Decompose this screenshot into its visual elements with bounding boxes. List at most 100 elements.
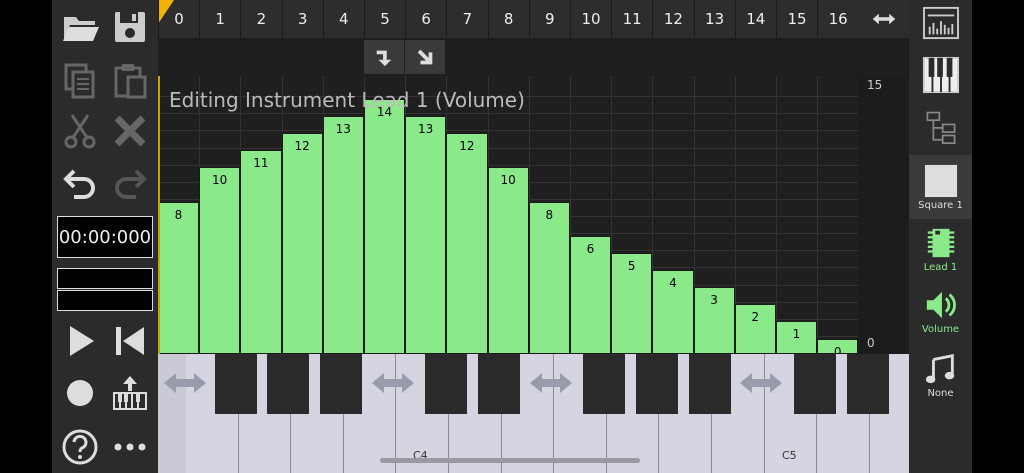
volume-bar-label: 4 — [669, 276, 677, 291]
arpeggio-none-label: None — [927, 388, 954, 399]
volume-bar[interactable] — [528, 201, 570, 354]
volume-bar[interactable] — [322, 115, 364, 354]
volume-bar-label: 13 — [418, 121, 434, 136]
octave-shift-icon[interactable] — [160, 368, 210, 398]
paste-icon — [114, 64, 147, 99]
black-key[interactable] — [636, 354, 678, 414]
column-header[interactable]: 0 1 2 3 4 5 6 7 8 9 10 11 12 13 14 15 16 — [158, 0, 909, 38]
tool-row — [158, 38, 909, 76]
record-button[interactable] — [56, 370, 104, 416]
column-label[interactable]: 15 — [776, 0, 817, 38]
hierarchy-icon — [926, 111, 955, 144]
cut-button[interactable] — [56, 108, 104, 154]
volume-bar[interactable] — [405, 115, 447, 354]
arrow-down-right-icon — [417, 49, 433, 65]
expand-horizontal-button[interactable] — [858, 0, 909, 38]
left-toolbar: 00:00:000 — [52, 0, 158, 473]
volume-bar-label: 12 — [459, 139, 475, 154]
more-button[interactable] — [106, 424, 154, 470]
volume-bar[interactable] — [281, 133, 323, 354]
skip-back-icon — [116, 327, 144, 355]
help-button[interactable] — [56, 424, 104, 470]
copy-icon — [64, 63, 95, 99]
column-label[interactable]: 16 — [817, 0, 858, 38]
column-label[interactable]: 10 — [570, 0, 611, 38]
undo-icon — [63, 169, 95, 199]
chip-icon — [927, 228, 954, 258]
time-display: 00:00:000 — [57, 216, 153, 258]
octave-shift-icon[interactable] — [368, 368, 418, 398]
column-label[interactable]: 12 — [652, 0, 693, 38]
octave-shift-icon[interactable] — [526, 368, 576, 398]
diagonal-move-button[interactable] — [405, 40, 445, 74]
column-label[interactable]: 5 — [364, 0, 405, 38]
rewind-button[interactable] — [106, 318, 154, 364]
folder-open-icon — [63, 17, 99, 41]
channel-square-1-label: Square 1 — [918, 200, 963, 211]
black-key[interactable] — [794, 354, 836, 414]
delete-button[interactable] — [106, 108, 154, 154]
undo-button[interactable] — [56, 160, 104, 206]
transpose-down-button[interactable] — [364, 40, 404, 74]
volume-bar[interactable] — [199, 167, 241, 354]
volume-envelope-editor[interactable]: 8 10 11 12 13 14 13 12 10 8 6 5 4 3 2 1 0 Editing Instru… — [158, 76, 858, 354]
column-label[interactable]: 2 — [240, 0, 281, 38]
volume-bar-label: 2 — [751, 310, 760, 325]
volume-bar-label: 0 — [833, 344, 842, 354]
volume-bar[interactable] — [446, 133, 488, 354]
column-label[interactable]: 1 — [199, 0, 240, 38]
copy-button[interactable] — [56, 58, 104, 104]
piano-keyboard[interactable]: C4 C5 — [158, 354, 909, 473]
column-label[interactable]: 0 — [158, 0, 199, 38]
level-meter — [57, 290, 153, 311]
column-label[interactable]: 6 — [405, 0, 446, 38]
channel-square-1[interactable]: Square 1 — [909, 164, 972, 211]
column-label[interactable]: 13 — [693, 0, 735, 38]
column-label[interactable]: 9 — [528, 0, 570, 38]
arpeggio-none[interactable]: None — [909, 352, 972, 399]
more-dots-icon — [114, 443, 146, 451]
instrument-lead-1[interactable]: Lead 1 — [909, 226, 972, 273]
volume-bar[interactable] — [158, 201, 200, 354]
volume-bar-label: 11 — [253, 156, 269, 171]
expand-horizontal-icon — [872, 13, 895, 25]
piano-keys-icon — [922, 56, 959, 94]
volume-bar[interactable] — [364, 98, 406, 354]
sequencer-button[interactable] — [909, 6, 972, 40]
black-key[interactable] — [267, 354, 309, 414]
redo-button[interactable] — [106, 160, 154, 206]
black-key[interactable] — [847, 354, 889, 414]
open-folder-button[interactable] — [56, 4, 104, 50]
scale-max-label: 15 — [867, 78, 883, 92]
play-button[interactable] — [56, 318, 104, 364]
piano-roll-button[interactable] — [909, 56, 972, 94]
sequencer-icon — [922, 6, 959, 40]
save-button[interactable] — [106, 4, 154, 50]
value-scale: 15 0 — [858, 76, 909, 354]
home-indicator[interactable] — [380, 458, 640, 463]
volume-bar-label: 13 — [335, 121, 351, 136]
loop-start-line — [158, 76, 160, 354]
column-label[interactable]: 4 — [322, 0, 364, 38]
column-label[interactable]: 3 — [281, 0, 323, 38]
paste-button[interactable] — [106, 58, 154, 104]
column-label[interactable]: 8 — [487, 0, 529, 38]
black-key[interactable] — [689, 354, 731, 414]
c5-label: C5 — [782, 449, 797, 462]
keyboard-input-button[interactable] — [106, 370, 154, 416]
octave-shift-icon[interactable] — [736, 368, 786, 398]
black-key[interactable] — [478, 354, 520, 414]
tree-view-button[interactable] — [909, 110, 972, 144]
black-key[interactable] — [215, 354, 257, 414]
envelope-volume[interactable]: Volume — [909, 288, 972, 335]
black-key[interactable] — [583, 354, 625, 414]
speaker-icon — [926, 291, 956, 319]
volume-bar[interactable] — [240, 150, 282, 354]
black-key[interactable] — [425, 354, 467, 414]
arrow-down-left-icon — [376, 50, 392, 67]
volume-bar[interactable] — [487, 167, 529, 354]
column-label[interactable]: 7 — [446, 0, 487, 38]
black-key[interactable] — [320, 354, 362, 414]
column-label[interactable]: 11 — [611, 0, 652, 38]
column-label[interactable]: 14 — [734, 0, 776, 38]
